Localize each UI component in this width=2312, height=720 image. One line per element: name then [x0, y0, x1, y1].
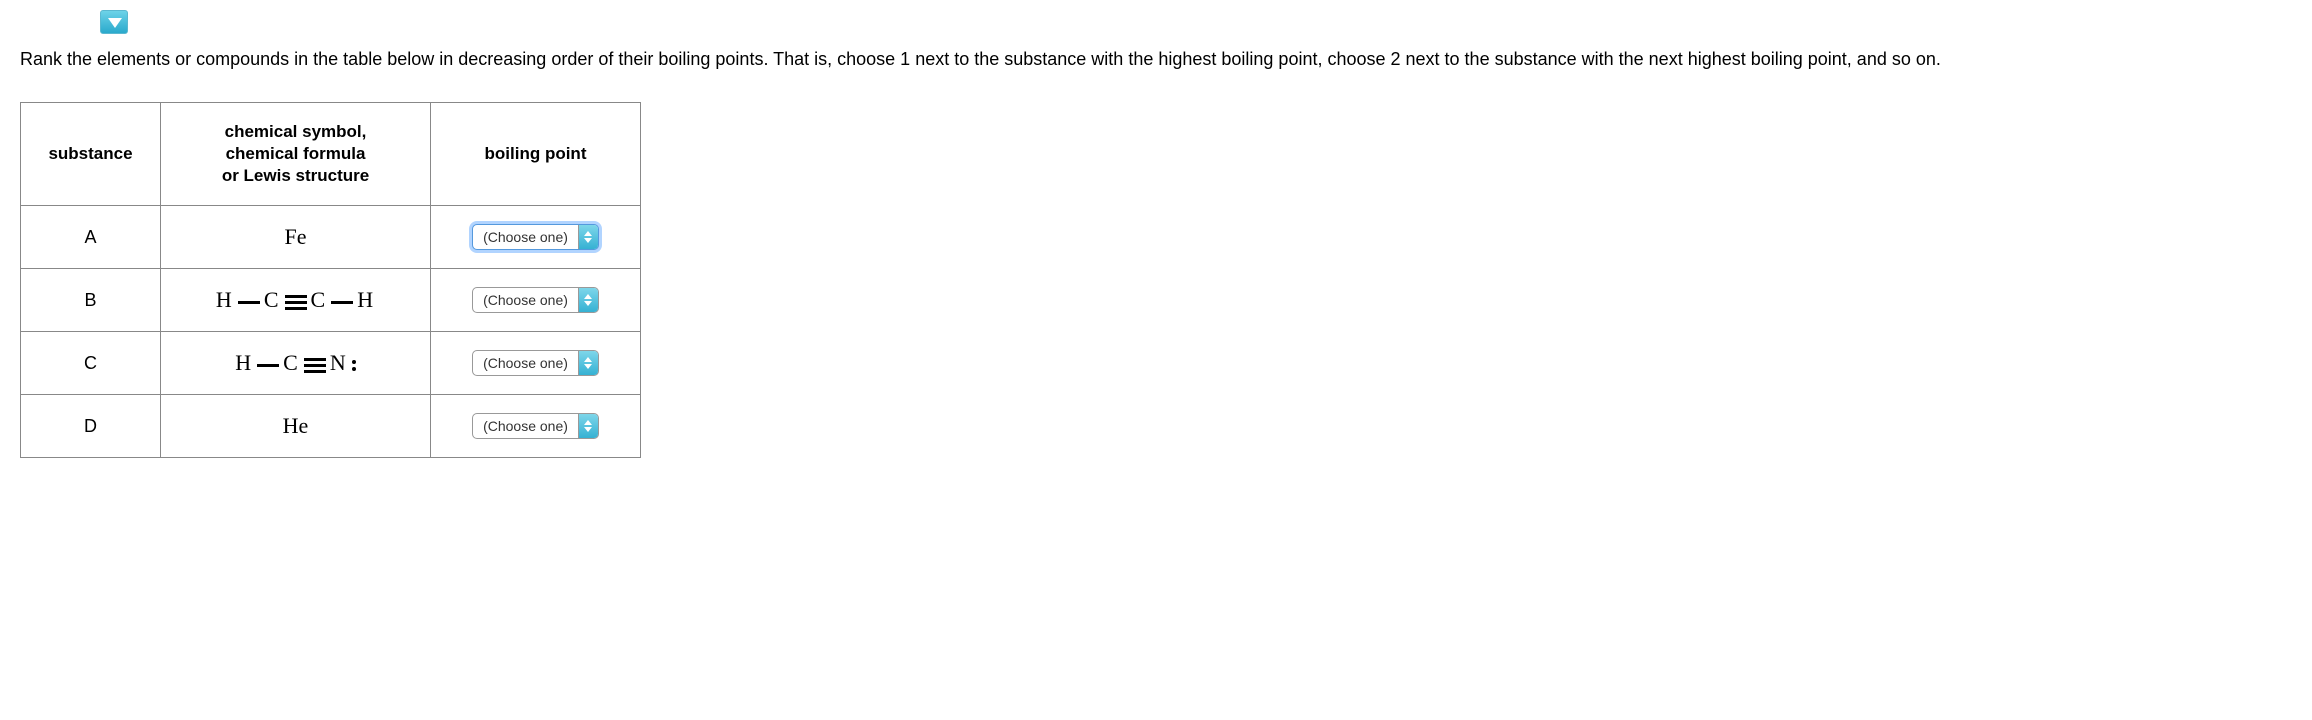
boiling-point-cell: (Choose one) [431, 395, 641, 458]
header-formula: chemical symbol, chemical formula or Lew… [161, 103, 431, 206]
chevron-updown-icon [578, 351, 598, 375]
boiling-point-cell: (Choose one) [431, 332, 641, 395]
table-row: C HCN (Choose one) [21, 332, 641, 395]
formula-cell: HCCH [161, 269, 431, 332]
select-label: (Choose one) [473, 225, 578, 249]
substance-label: A [21, 206, 161, 269]
substance-label: C [21, 332, 161, 395]
question-text: Rank the elements or compounds in the ta… [20, 47, 2292, 72]
rank-select[interactable]: (Choose one) [472, 224, 599, 250]
rank-select[interactable]: (Choose one) [472, 350, 599, 376]
chevron-updown-icon [578, 225, 598, 249]
boiling-point-cell: (Choose one) [431, 206, 641, 269]
table-row: B HCCH (Choose one) [21, 269, 641, 332]
table-row: D He (Choose one) [21, 395, 641, 458]
formula-cell: HCN [161, 332, 431, 395]
table-row: A Fe (Choose one) [21, 206, 641, 269]
rank-select[interactable]: (Choose one) [472, 287, 599, 313]
header-substance: substance [21, 103, 161, 206]
substance-label: D [21, 395, 161, 458]
substance-label: B [21, 269, 161, 332]
ranking-table: substance chemical symbol, chemical form… [20, 102, 641, 458]
formula-cell: Fe [161, 206, 431, 269]
select-label: (Choose one) [473, 288, 578, 312]
chevron-updown-icon [578, 414, 598, 438]
select-label: (Choose one) [473, 351, 578, 375]
formula-cell: He [161, 395, 431, 458]
collapse-icon[interactable] [100, 10, 128, 34]
boiling-point-cell: (Choose one) [431, 269, 641, 332]
header-boiling-point: boiling point [431, 103, 641, 206]
rank-select[interactable]: (Choose one) [472, 413, 599, 439]
select-label: (Choose one) [473, 414, 578, 438]
chevron-updown-icon [578, 288, 598, 312]
